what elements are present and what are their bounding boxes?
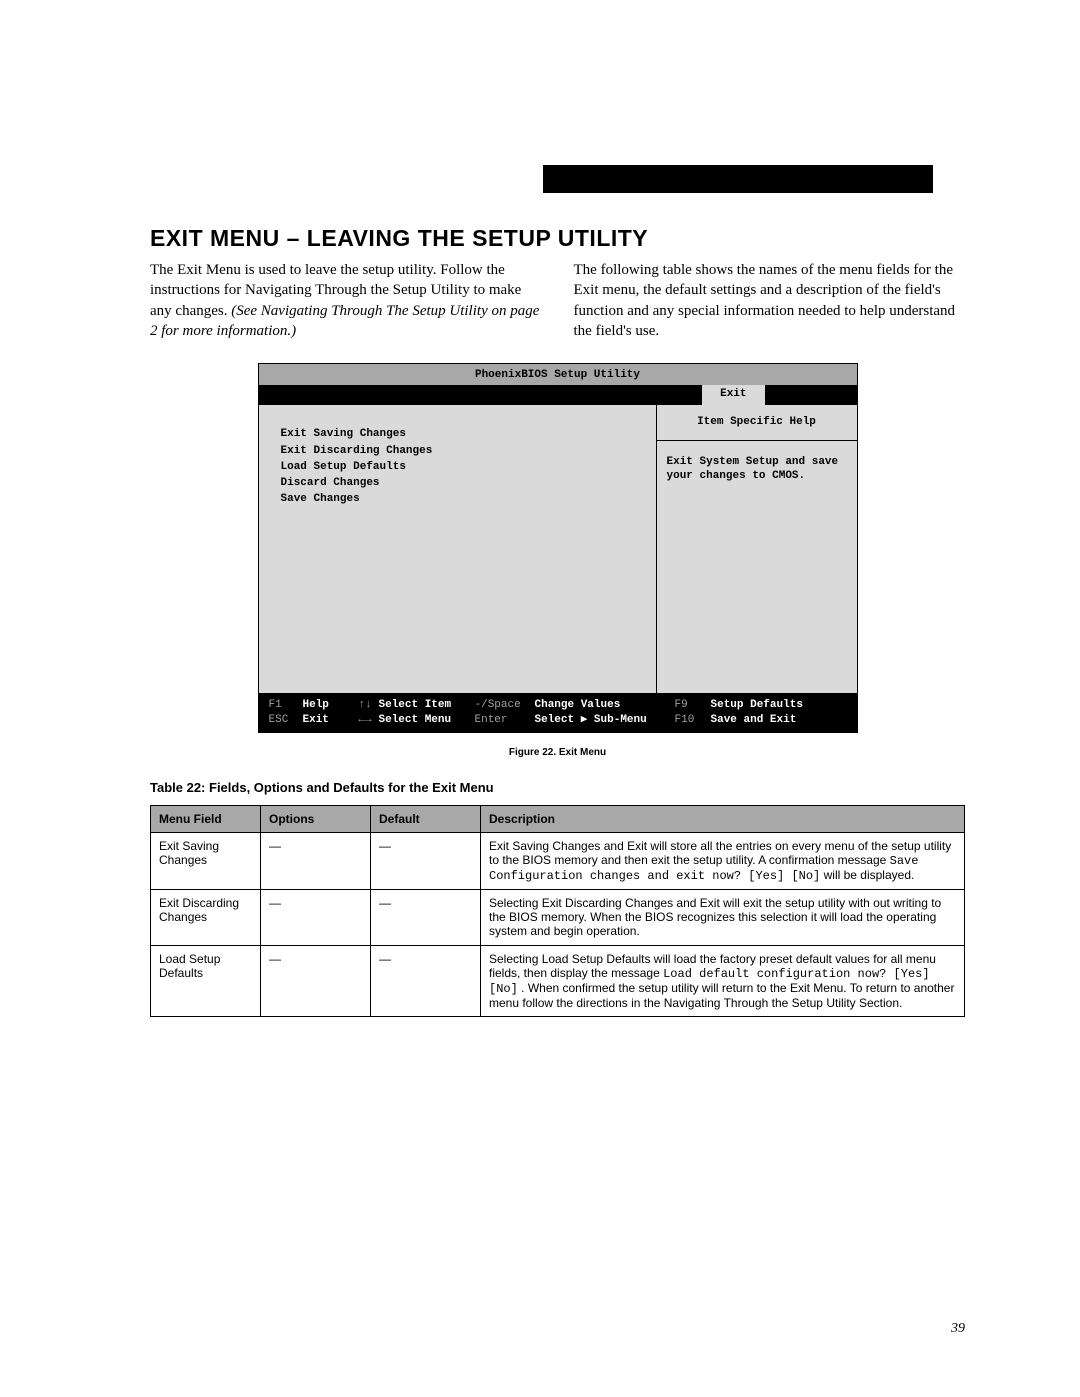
bios-screen: PhoenixBIOS Setup Utility Exit Exit Savi… [258,363,858,733]
bios-body: Exit Saving Changes Exit Discarding Chan… [258,404,858,694]
footer-label-exit: Exit [303,713,359,727]
desc-text-a: Selecting Exit Discarding Changes and Ex… [489,896,941,938]
cell-default: — [371,832,481,889]
cell-field: Exit Discarding Changes [151,889,261,945]
page: EXIT MENU – LEAVING THE SETUP UTILITY Th… [0,0,1080,1397]
cell-options: — [261,832,371,889]
desc-text-b: . When confirmed the setup utility will … [489,981,954,1010]
footer-label-select-submenu: Select ▶ Sub-Menu [535,713,675,727]
footer-label-select-menu: Select Menu [379,713,475,727]
th-options: Options [261,805,371,832]
footer-label-help: Help [303,698,359,712]
cell-description: Selecting Load Setup Defaults will load … [481,945,965,1016]
page-number: 39 [951,1321,965,1337]
footer-key-esc: ESC [269,713,303,727]
table-caption: Table 22: Fields, Options and Defaults f… [150,780,965,795]
cell-options: — [261,889,371,945]
intro-columns: The Exit Menu is used to leave the setup… [150,260,965,341]
section-title: EXIT MENU – LEAVING THE SETUP UTILITY [150,225,965,252]
header-black-block [543,165,933,193]
intro-right: The following table shows the names of t… [574,260,966,341]
footer-arrows-updown-icon: ↑↓ [359,698,379,712]
bios-menu-list: Exit Saving Changes Exit Discarding Chan… [259,405,657,693]
desc-text-a: Exit Saving Changes and Exit will store … [489,839,951,867]
cell-options: — [261,945,371,1016]
bios-help-body: Exit System Setup and save your changes … [657,441,857,498]
bios-title: PhoenixBIOS Setup Utility [258,363,858,385]
bios-item-save-changes: Save Changes [281,492,642,506]
cell-description: Exit Saving Changes and Exit will store … [481,832,965,889]
bios-item-discard-changes: Discard Changes [281,476,642,490]
cell-field: Load Setup Defaults [151,945,261,1016]
footer-label-save-exit: Save and Exit [711,713,847,727]
footer-label-select-item: Select Item [379,698,475,712]
th-description: Description [481,805,965,832]
fields-table: Menu Field Options Default Description E… [150,805,965,1017]
footer-key-space: -/Space [475,698,535,712]
th-menu-field: Menu Field [151,805,261,832]
bios-help-panel: Item Specific Help Exit System Setup and… [657,405,857,693]
intro-left: The Exit Menu is used to leave the setup… [150,260,542,341]
footer-key-f1: F1 [269,698,303,712]
footer-label-change-values: Change Values [535,698,675,712]
cell-default: — [371,889,481,945]
figure-caption: Figure 22. Exit Menu [150,747,965,758]
bios-help-title: Item Specific Help [657,405,857,440]
footer-key-enter: Enter [475,713,535,727]
table-row: Load Setup Defaults — — Selecting Load S… [151,945,965,1016]
bios-tab-exit: Exit [702,385,764,404]
footer-key-f10: F10 [675,713,711,727]
bios-item-exit-saving: Exit Saving Changes [281,427,642,441]
desc-text-b: will be displayed. [824,868,915,882]
bios-tab-bar: Exit [258,385,858,404]
bios-item-exit-discarding: Exit Discarding Changes [281,444,642,458]
bios-footer: F1 Help ↑↓ Select Item -/Space Change Va… [258,694,858,733]
cell-field: Exit Saving Changes [151,832,261,889]
bios-item-load-defaults: Load Setup Defaults [281,460,642,474]
footer-label-setup-defaults: Setup Defaults [711,698,847,712]
footer-arrows-leftright-icon: ←→ [359,713,379,727]
table-row: Exit Saving Changes — — Exit Saving Chan… [151,832,965,889]
table-row: Exit Discarding Changes — — Selecting Ex… [151,889,965,945]
th-default: Default [371,805,481,832]
footer-key-f9: F9 [675,698,711,712]
cell-description: Selecting Exit Discarding Changes and Ex… [481,889,965,945]
cell-default: — [371,945,481,1016]
